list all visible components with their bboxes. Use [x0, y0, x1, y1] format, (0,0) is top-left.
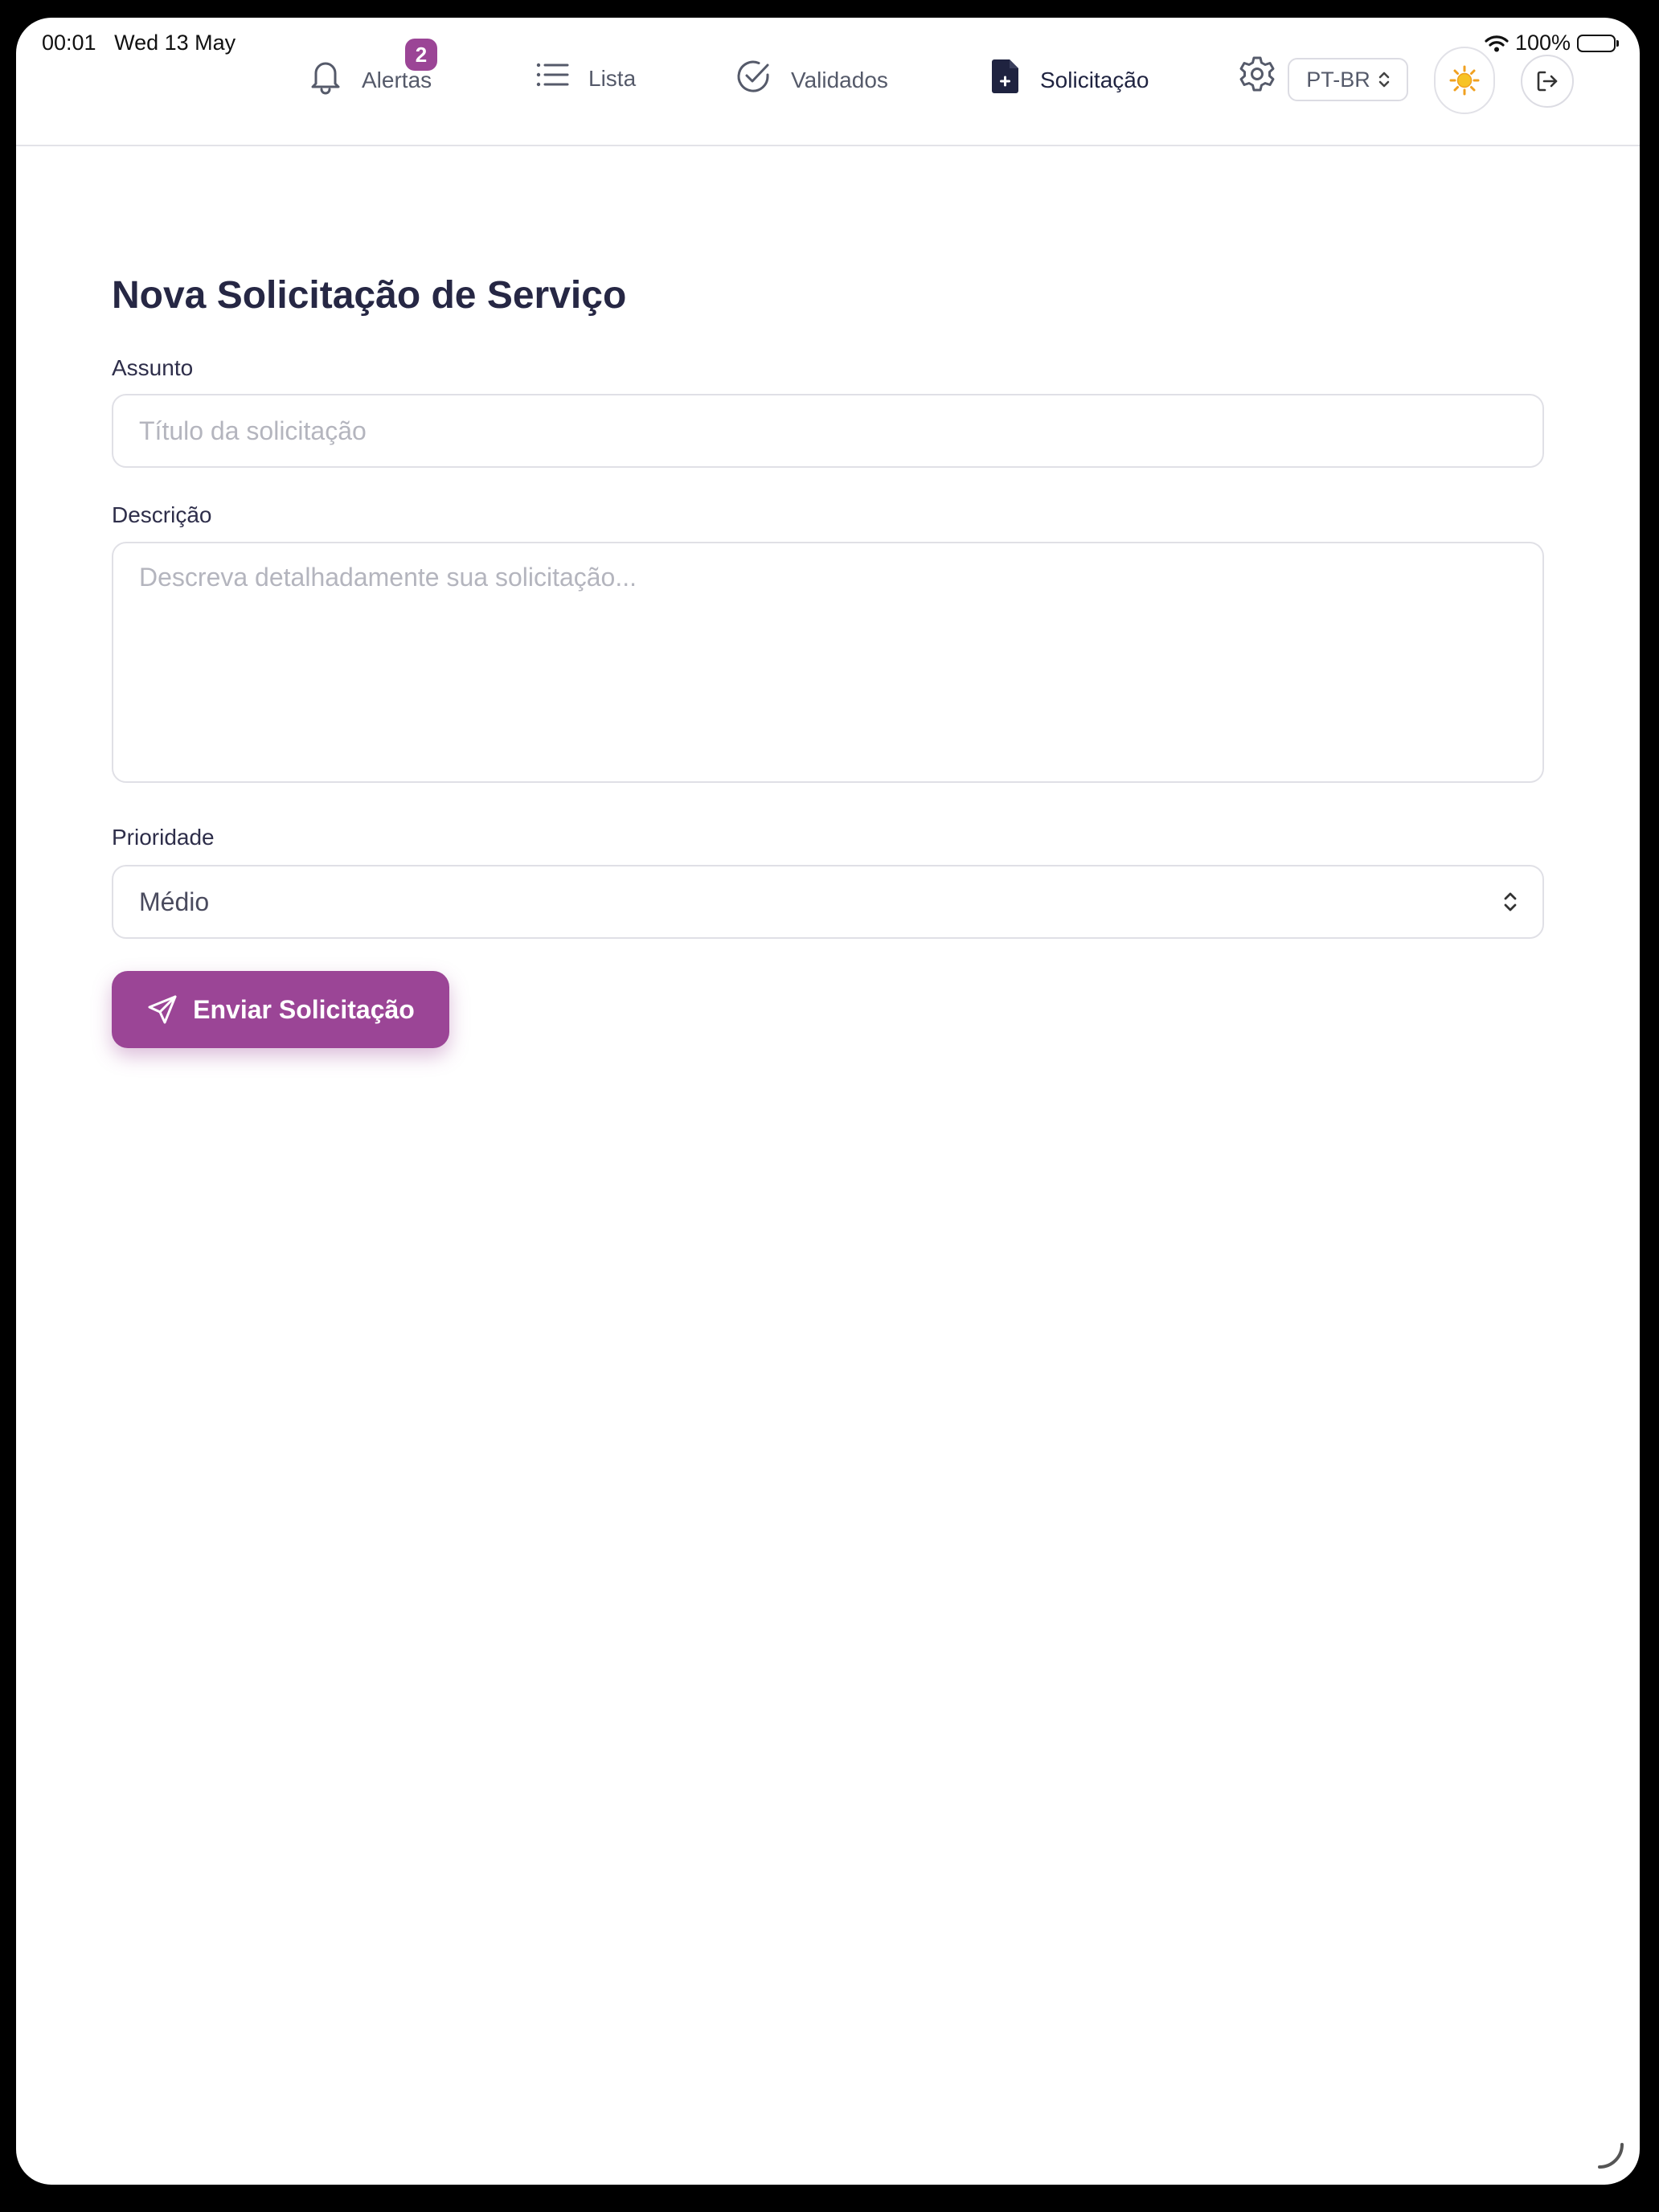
- logout-icon: [1537, 71, 1558, 92]
- nav-validados-label: Validados: [791, 68, 888, 92]
- subject-input[interactable]: [112, 394, 1544, 468]
- nav-alertas-label: Alertas: [362, 68, 432, 92]
- nav-solicitacao-label: Solicitação: [1040, 68, 1149, 92]
- top-navigation: 00:01 Wed 13 May 100% Alertas 2 Lista Va…: [16, 18, 1640, 146]
- nav-lista-label: Lista: [588, 66, 637, 91]
- chevron-updown-icon: [1378, 72, 1390, 88]
- language-select[interactable]: PT-BR: [1288, 58, 1408, 101]
- submit-request-button[interactable]: Enviar Solicitação: [112, 971, 449, 1048]
- list-icon: [536, 63, 569, 87]
- language-value: PT-BR: [1306, 67, 1370, 92]
- chevron-updown-icon: [1504, 892, 1517, 911]
- gear-icon[interactable]: [1238, 55, 1276, 93]
- theme-toggle-button[interactable]: [1434, 47, 1495, 114]
- battery-percentage: 100%: [1514, 31, 1571, 55]
- bell-icon: [311, 62, 340, 95]
- nav-lista[interactable]: Lista: [535, 58, 636, 92]
- logout-button[interactable]: [1521, 55, 1574, 108]
- description-textarea[interactable]: [112, 542, 1544, 783]
- description-label: Descrição: [112, 502, 212, 527]
- check-circle-icon: [737, 60, 769, 92]
- alerts-count-badge: 2: [405, 39, 437, 71]
- sun-icon: [1449, 65, 1480, 96]
- nav-solicitacao[interactable]: Solicitação: [990, 58, 1149, 95]
- subject-label: Assunto: [112, 355, 194, 380]
- status-indicators: 100%: [1485, 31, 1619, 55]
- app-screen: 00:01 Wed 13 May 100% Alertas 2 Lista Va…: [16, 18, 1640, 2185]
- status-time: 00:01 Wed 13 May: [42, 31, 236, 55]
- battery-icon: [1577, 34, 1619, 52]
- send-icon: [148, 995, 177, 1024]
- priority-value: Médio: [139, 887, 210, 916]
- priority-select[interactable]: Médio: [112, 865, 1544, 939]
- file-plus-icon: [992, 59, 1018, 93]
- wifi-icon: [1485, 35, 1509, 51]
- priority-label: Prioridade: [112, 825, 215, 850]
- corner-indicator-icon: [1598, 2143, 1624, 2169]
- submit-label: Enviar Solicitação: [193, 994, 415, 1024]
- page-title: Nova Solicitação de Serviço: [112, 274, 627, 317]
- nav-validados[interactable]: Validados: [735, 58, 888, 95]
